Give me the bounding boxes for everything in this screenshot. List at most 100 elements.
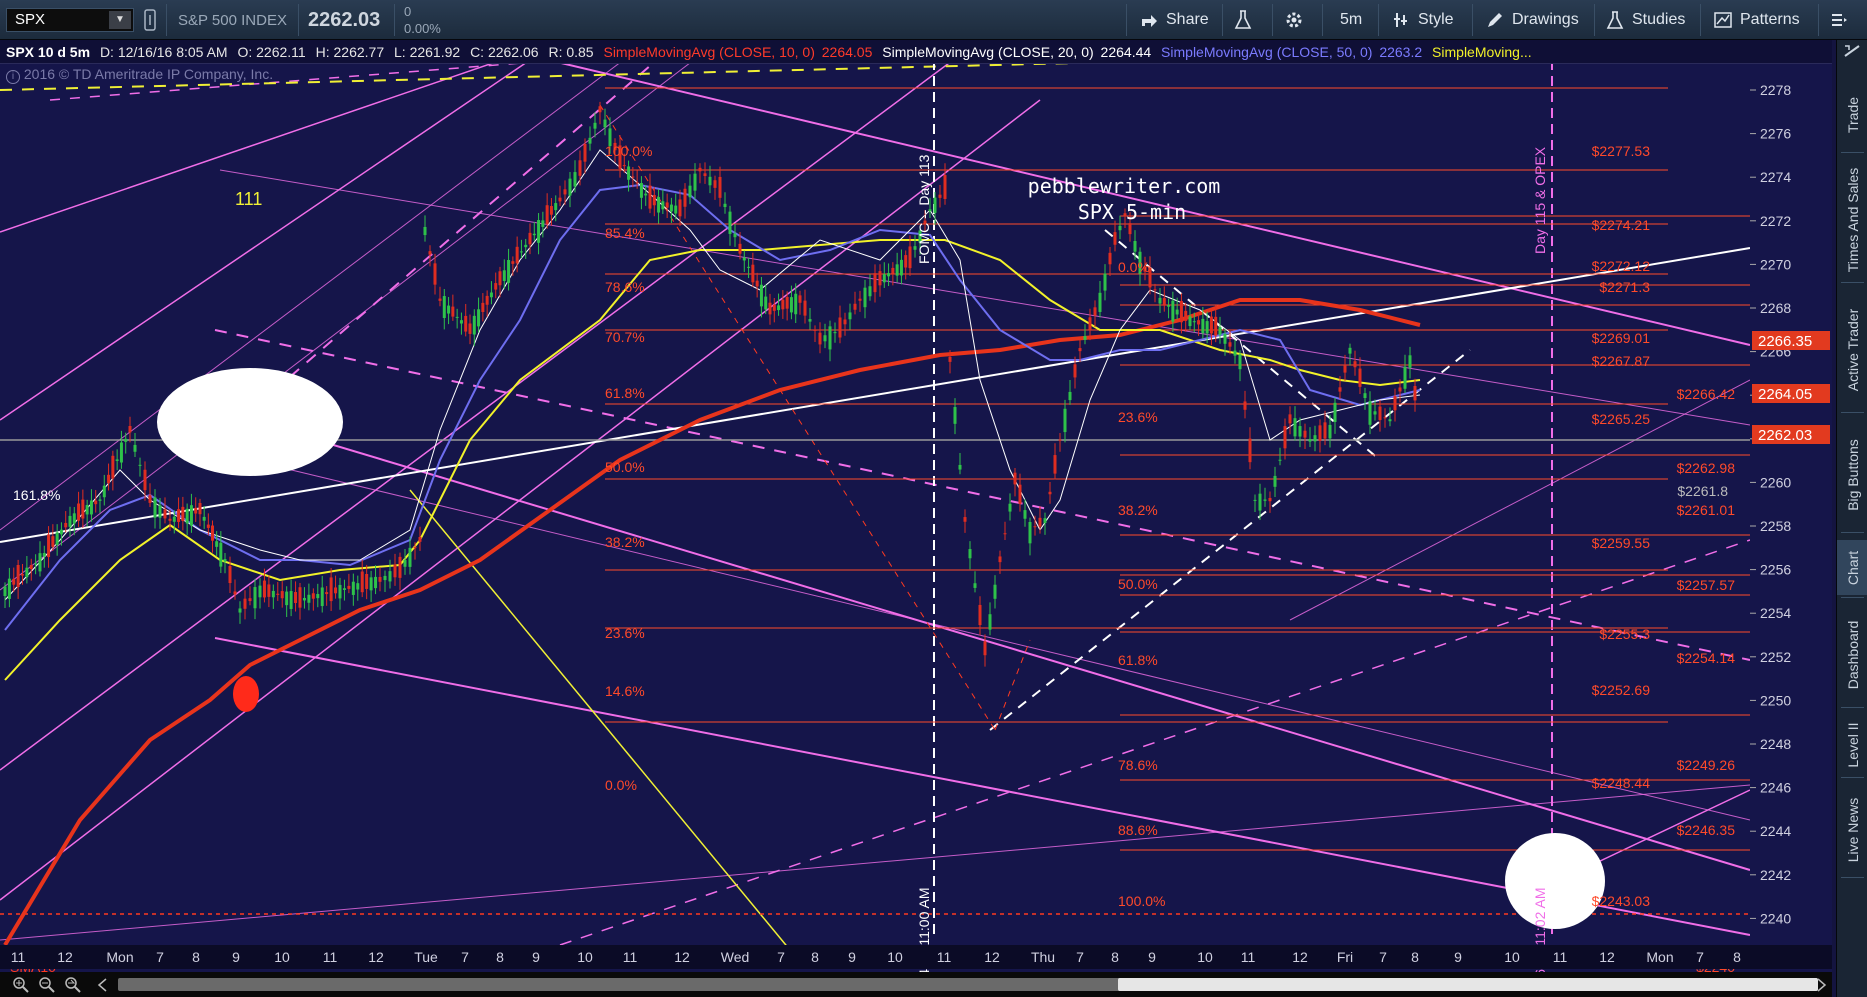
candle-body — [899, 259, 903, 276]
candle-body — [904, 255, 908, 268]
candle-body — [1248, 438, 1252, 463]
candle-body — [388, 571, 392, 582]
candle-body — [938, 194, 942, 198]
price-candle — [657, 189, 661, 224]
candle-body — [578, 160, 582, 176]
price-candle — [1238, 350, 1242, 382]
candle-body — [723, 203, 727, 208]
sidebar-tab-dashboard[interactable]: Dashboard — [1837, 605, 1867, 705]
collapse-icon[interactable] — [1843, 44, 1861, 63]
price-candle — [568, 172, 572, 208]
price-candle — [963, 509, 967, 533]
price-candle — [755, 272, 759, 298]
scroll-thumb[interactable] — [1118, 978, 1818, 991]
style-button[interactable]: Style — [1392, 0, 1454, 40]
price-tick-label: 2268 — [1760, 300, 1791, 316]
gear-icon[interactable] — [1284, 0, 1304, 40]
price-candle — [578, 150, 582, 186]
time-tick-label: 11 — [622, 949, 638, 965]
channel-line — [249, 459, 1751, 821]
price-candle — [665, 193, 669, 219]
interval-button[interactable]: 5m — [1340, 0, 1362, 40]
candle-body — [1348, 347, 1352, 354]
candle-body — [808, 319, 812, 322]
price-candle — [329, 568, 333, 611]
candle-body — [442, 296, 446, 319]
candle-body — [408, 547, 412, 567]
sidebar-tab-big-buttons[interactable]: Big Buttons — [1837, 420, 1867, 530]
price-candle — [481, 293, 485, 322]
candle-body — [271, 590, 275, 598]
candle-body — [47, 534, 51, 558]
drawings-button[interactable]: Drawings — [1486, 0, 1579, 40]
candle-body — [781, 299, 785, 310]
sidebar-tab-level-ii[interactable]: Level II — [1837, 715, 1867, 775]
candle-body — [678, 199, 682, 217]
candle-body — [895, 264, 899, 276]
style-label: Style — [1418, 11, 1454, 28]
bar-range: R: 0.85 — [548, 44, 594, 60]
sma-more-study[interactable]: SimpleMoving... — [1432, 44, 1532, 60]
candle-body — [1118, 225, 1122, 231]
candle-body — [688, 185, 692, 198]
scroll-track[interactable] — [118, 978, 1818, 991]
candle-body — [403, 559, 407, 567]
candle-body — [1043, 518, 1047, 524]
sma20-study[interactable]: SimpleMovingAvg (CLOSE, 20, 0) — [882, 44, 1093, 60]
sidebar-tab-label: Trade — [1844, 96, 1861, 134]
candle-body — [1313, 435, 1317, 442]
time-tick-label: Tue — [414, 949, 438, 965]
info-icon[interactable]: i — [6, 70, 20, 84]
candle-body — [81, 499, 85, 519]
time-tick-label: 9 — [848, 949, 856, 965]
sidebar-tab-active-trader[interactable]: Active Trader — [1837, 290, 1867, 410]
price-chart[interactable]: pebblewriter.comSPX 5-min111161.8%SMA10F… — [0, 64, 1832, 972]
price-candle — [143, 461, 147, 501]
price-candle — [16, 559, 20, 599]
flask-icon[interactable] — [1234, 0, 1252, 40]
price-candle — [833, 322, 837, 343]
price-candle — [464, 303, 468, 337]
price-candle — [55, 524, 59, 556]
candle-body — [72, 513, 76, 524]
price-candle — [843, 312, 847, 336]
candle-body — [973, 583, 977, 588]
candle-body — [77, 503, 81, 521]
sma10-study[interactable]: SimpleMovingAvg (CLOSE, 10, 0) — [603, 44, 814, 60]
price-candle — [573, 160, 577, 193]
scroll-left-icon[interactable] — [94, 976, 112, 994]
sma50-study[interactable]: SimpleMovingAvg (CLOSE, 50, 0) — [1161, 44, 1372, 60]
scroll-right-icon[interactable] — [1812, 976, 1830, 994]
candle-body — [683, 188, 687, 207]
chart-panel[interactable]: SPX 10 d 5m D: 12/16/16 8:05 AM O: 2262.… — [0, 40, 1832, 972]
candle-body — [194, 507, 198, 514]
link-icon[interactable] — [144, 0, 156, 40]
zoom-in-icon[interactable] — [12, 976, 30, 994]
price-candle — [189, 493, 193, 533]
chart-scrollbar[interactable] — [0, 972, 1832, 997]
share-button[interactable]: Share — [1140, 0, 1209, 40]
time-tick-label: 9 — [1454, 949, 1462, 965]
price-candle — [598, 101, 602, 125]
zoom-reset-icon[interactable] — [64, 976, 82, 994]
symbol-selector[interactable]: SPX ▼ — [6, 8, 134, 32]
sidebar-divider — [1841, 532, 1864, 533]
sidebar-tab-live-news[interactable]: Live News — [1837, 785, 1867, 875]
sidebar-tab-trade[interactable]: Trade — [1837, 80, 1867, 150]
fib-percent-label: 85.4% — [605, 225, 645, 241]
studies-button[interactable]: Studies — [1606, 0, 1685, 40]
time-tick-label: 7 — [1696, 949, 1704, 965]
sidebar-tab-times-and-sales[interactable]: Times And Sales — [1837, 160, 1867, 280]
chart-subtitle: SPX 5-min — [1078, 200, 1186, 224]
level-price-label: $2261.8 — [1677, 483, 1728, 499]
chevron-down-icon[interactable]: ▼ — [109, 11, 131, 29]
candle-body — [1288, 414, 1292, 424]
patterns-button[interactable]: Patterns — [1714, 0, 1800, 40]
zoom-out-icon[interactable] — [38, 976, 56, 994]
sidebar-tab-chart[interactable]: Chart — [1837, 540, 1867, 595]
price-tick-label: 2240 — [1760, 910, 1791, 926]
candle-body — [1098, 292, 1102, 312]
price-candle — [1378, 400, 1382, 432]
candle-body — [455, 316, 459, 318]
menu-icon[interactable] — [1830, 0, 1848, 40]
